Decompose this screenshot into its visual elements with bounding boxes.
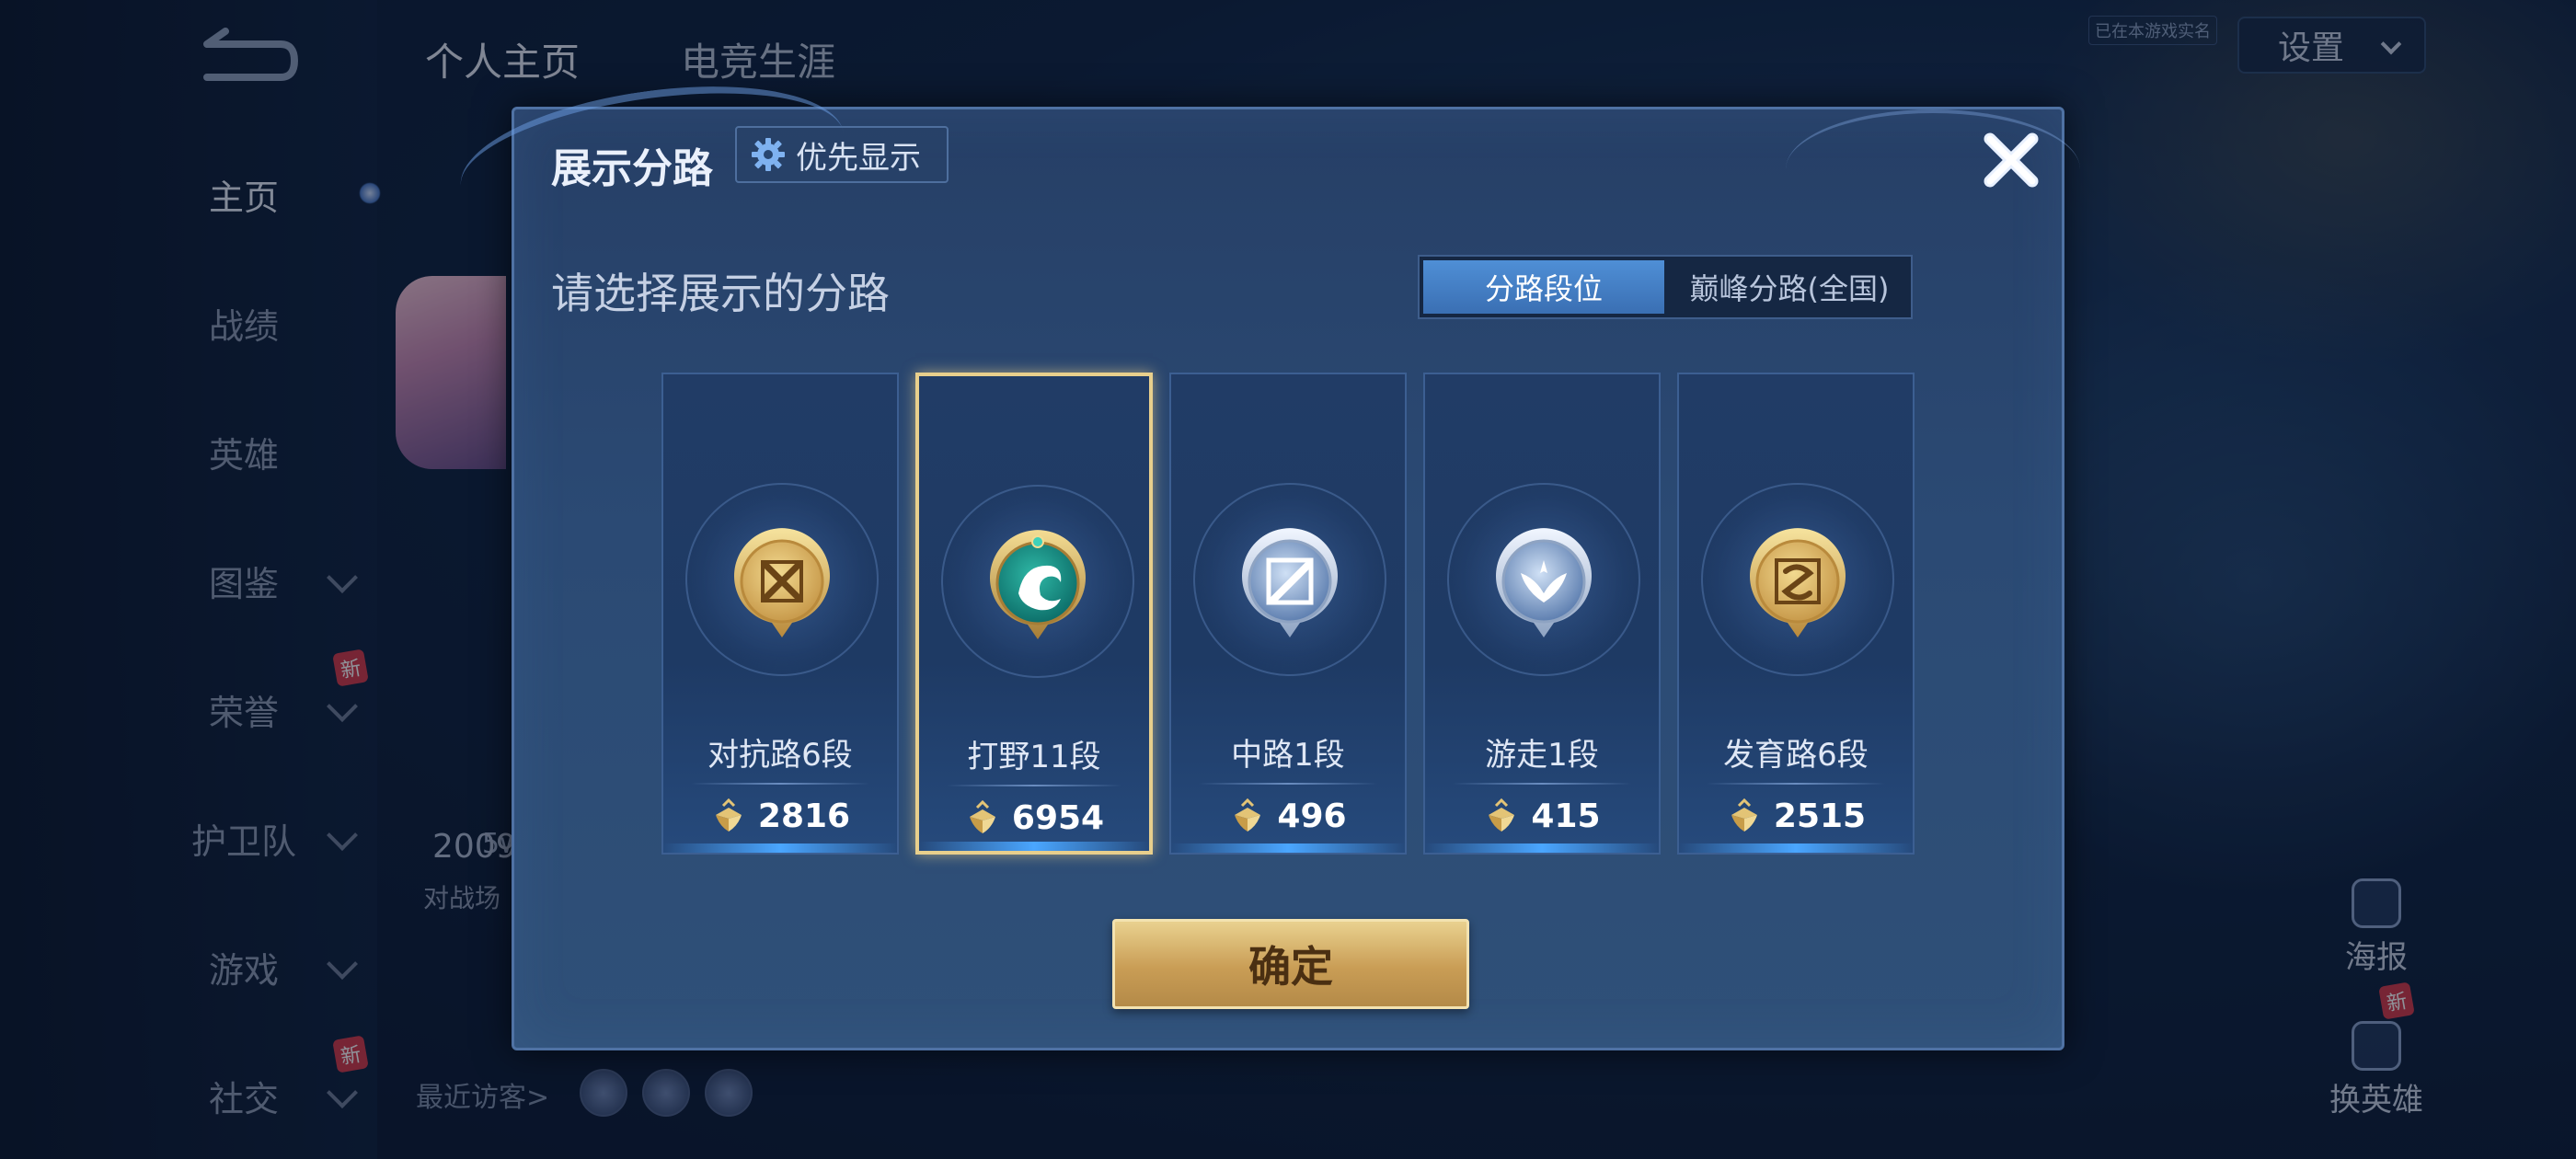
lane-card[interactable]: 中路1段 496	[1169, 373, 1407, 855]
lane-display-modal: 展示分路 优先显示 请选择展示的分路 分路段位 巅峰分路(全国) 对抗路6段 2…	[451, 64, 2080, 1050]
divider	[1199, 783, 1377, 785]
lane-rank-label: 发育路6段	[1723, 737, 1869, 774]
lane-card[interactable]: 对抗路6段 2816	[661, 373, 899, 855]
divider	[1707, 783, 1885, 785]
divider	[947, 785, 1121, 786]
lane-score-value: 415	[1531, 798, 1601, 835]
lane-rank-label: 对抗路6段	[707, 737, 853, 774]
lane-score: 2515	[1679, 798, 1913, 835]
lane-card[interactable]: 游走1段 415	[1423, 373, 1661, 855]
lane-score: 6954	[919, 799, 1149, 837]
farm-lane-emblem-icon	[1743, 527, 1852, 641]
lane-score-value: 6954	[1011, 799, 1105, 837]
lane-score-value: 2816	[757, 798, 851, 835]
rank-points-icon	[1235, 798, 1261, 832]
confirm-button[interactable]: 确定	[1112, 919, 1469, 1009]
lane-score: 496	[1171, 798, 1405, 835]
tab-lane-rank[interactable]: 分路段位	[1423, 260, 1664, 314]
priority-display-button[interactable]: 优先显示	[735, 126, 949, 183]
modal-title: 展示分路	[551, 145, 713, 192]
divider	[1453, 783, 1631, 785]
close-icon[interactable]	[1970, 119, 2053, 201]
modal-subtitle: 请选择展示的分路	[551, 269, 890, 318]
lane-score: 415	[1425, 798, 1659, 835]
roam-emblem-icon	[1489, 527, 1598, 641]
clash-lane-emblem-icon	[728, 527, 836, 641]
jungle-emblem-icon	[983, 529, 1092, 643]
rank-points-icon	[1731, 798, 1757, 832]
lane-score-value: 496	[1277, 798, 1347, 835]
rank-mode-toggle: 分路段位 巅峰分路(全国)	[1418, 255, 1913, 319]
gear-icon	[752, 138, 785, 171]
rank-points-icon	[1489, 798, 1515, 832]
lane-score-value: 2515	[1773, 798, 1867, 835]
priority-display-label: 优先显示	[796, 139, 921, 177]
lane-rank-label: 中路1段	[1231, 737, 1345, 774]
lane-score: 2816	[663, 798, 897, 835]
lane-card[interactable]: 发育路6段 2515	[1677, 373, 1915, 855]
lane-card[interactable]: 打野11段 6954	[915, 373, 1153, 855]
tab-peak-lane-national[interactable]: 巅峰分路(全国)	[1668, 257, 1911, 317]
mid-lane-emblem-icon	[1236, 527, 1344, 641]
rank-points-icon	[715, 798, 742, 832]
lane-rank-label: 游走1段	[1485, 737, 1599, 774]
lane-rank-label: 打野11段	[967, 739, 1101, 775]
divider	[691, 783, 869, 785]
rank-points-icon	[969, 799, 995, 833]
